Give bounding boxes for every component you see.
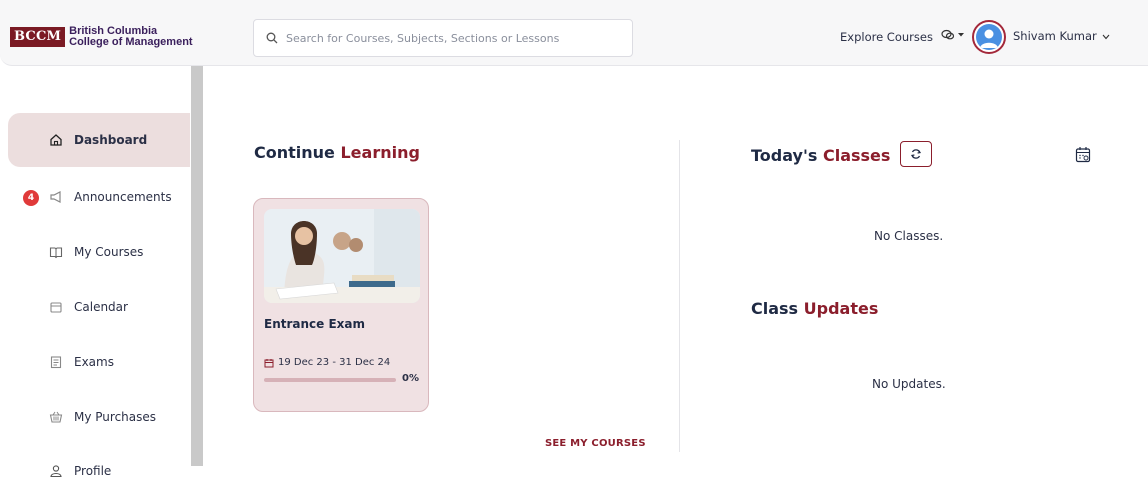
search-box[interactable] (253, 19, 633, 57)
calendar-icon (264, 358, 274, 367)
sidebar-item-profile[interactable]: Profile (8, 444, 190, 498)
chat-menu-button[interactable] (941, 29, 965, 41)
sidebar-scrollbar-thumb[interactable] (191, 66, 203, 466)
sidebar-item-label: Exams (74, 355, 114, 369)
course-progress-bar (264, 378, 396, 382)
title-accent: Classes (822, 146, 891, 165)
chat-icon (941, 29, 955, 40)
logo-text: British Columbia College of Management (69, 26, 192, 48)
class-updates-title: Class Updates (751, 299, 878, 318)
refresh-classes-button[interactable] (900, 141, 932, 167)
sidebar-item-label: Profile (74, 464, 112, 478)
logo-mark: BCCM (10, 27, 66, 47)
megaphone-icon (48, 189, 64, 205)
explore-courses-link[interactable]: Explore Courses (840, 30, 933, 44)
sidebar-item-announcements[interactable]: Announcements (8, 170, 190, 224)
sidebar-item-label: My Courses (74, 245, 144, 259)
no-updates-text: No Updates. (872, 377, 946, 391)
search-input[interactable] (286, 31, 606, 45)
chevron-down-icon (1102, 34, 1110, 40)
title-part: Continue (254, 143, 335, 162)
no-classes-text: No Classes. (874, 229, 944, 243)
user-menu[interactable]: Shivam Kumar (1013, 29, 1110, 43)
course-card[interactable]: Entrance Exam 19 Dec 23 - 31 Dec 24 0% (253, 198, 429, 412)
sidebar-item-label: Calendar (74, 300, 128, 314)
sidebar-item-exams[interactable]: Exams (8, 335, 190, 389)
user-avatar-icon (976, 24, 1002, 50)
course-progress-text: 0% (402, 373, 419, 384)
course-dates-text: 19 Dec 23 - 31 Dec 24 (278, 357, 391, 368)
book-icon (48, 244, 64, 260)
logo-line-2: College of Management (69, 36, 193, 48)
sidebar-item-my-purchases[interactable]: My Purchases (8, 390, 190, 444)
avatar[interactable] (972, 20, 1006, 54)
column-divider (679, 140, 680, 452)
user-icon (48, 463, 64, 479)
title-part: Class (751, 299, 799, 318)
see-my-courses-link[interactable]: SEE MY COURSES (545, 438, 646, 449)
calendar-icon (48, 299, 64, 315)
home-icon (48, 132, 64, 148)
sidebar-item-label: My Purchases (74, 410, 157, 424)
title-accent: Learning (340, 143, 420, 162)
top-header: BCCM British Columbia College of Managem… (0, 0, 1148, 66)
basket-icon (48, 409, 64, 425)
sidebar-item-my-courses[interactable]: My Courses (8, 225, 190, 279)
sidebar-item-dashboard[interactable]: Dashboard (8, 113, 190, 167)
search-icon (266, 32, 278, 44)
todays-classes-title: Today's Classes (751, 146, 890, 165)
sidebar-item-label: Dashboard (74, 133, 148, 147)
title-part: Today's (751, 146, 818, 165)
title-accent: Updates (803, 299, 879, 318)
sidebar-item-label: Announcements (74, 190, 172, 204)
continue-learning-title: Continue Learning (254, 143, 420, 162)
sidebar-item-calendar[interactable]: Calendar (8, 280, 190, 334)
brand-logo[interactable]: BCCM British Columbia College of Managem… (10, 26, 193, 48)
user-name: Shivam Kumar (1013, 29, 1097, 43)
course-thumbnail (264, 209, 420, 303)
caret-down-icon (958, 33, 964, 37)
course-date-range: 19 Dec 23 - 31 Dec 24 (264, 357, 390, 368)
calendar-icon[interactable] (1075, 146, 1091, 167)
exam-icon (48, 354, 64, 370)
refresh-icon (910, 149, 922, 159)
course-name: Entrance Exam (264, 317, 366, 331)
